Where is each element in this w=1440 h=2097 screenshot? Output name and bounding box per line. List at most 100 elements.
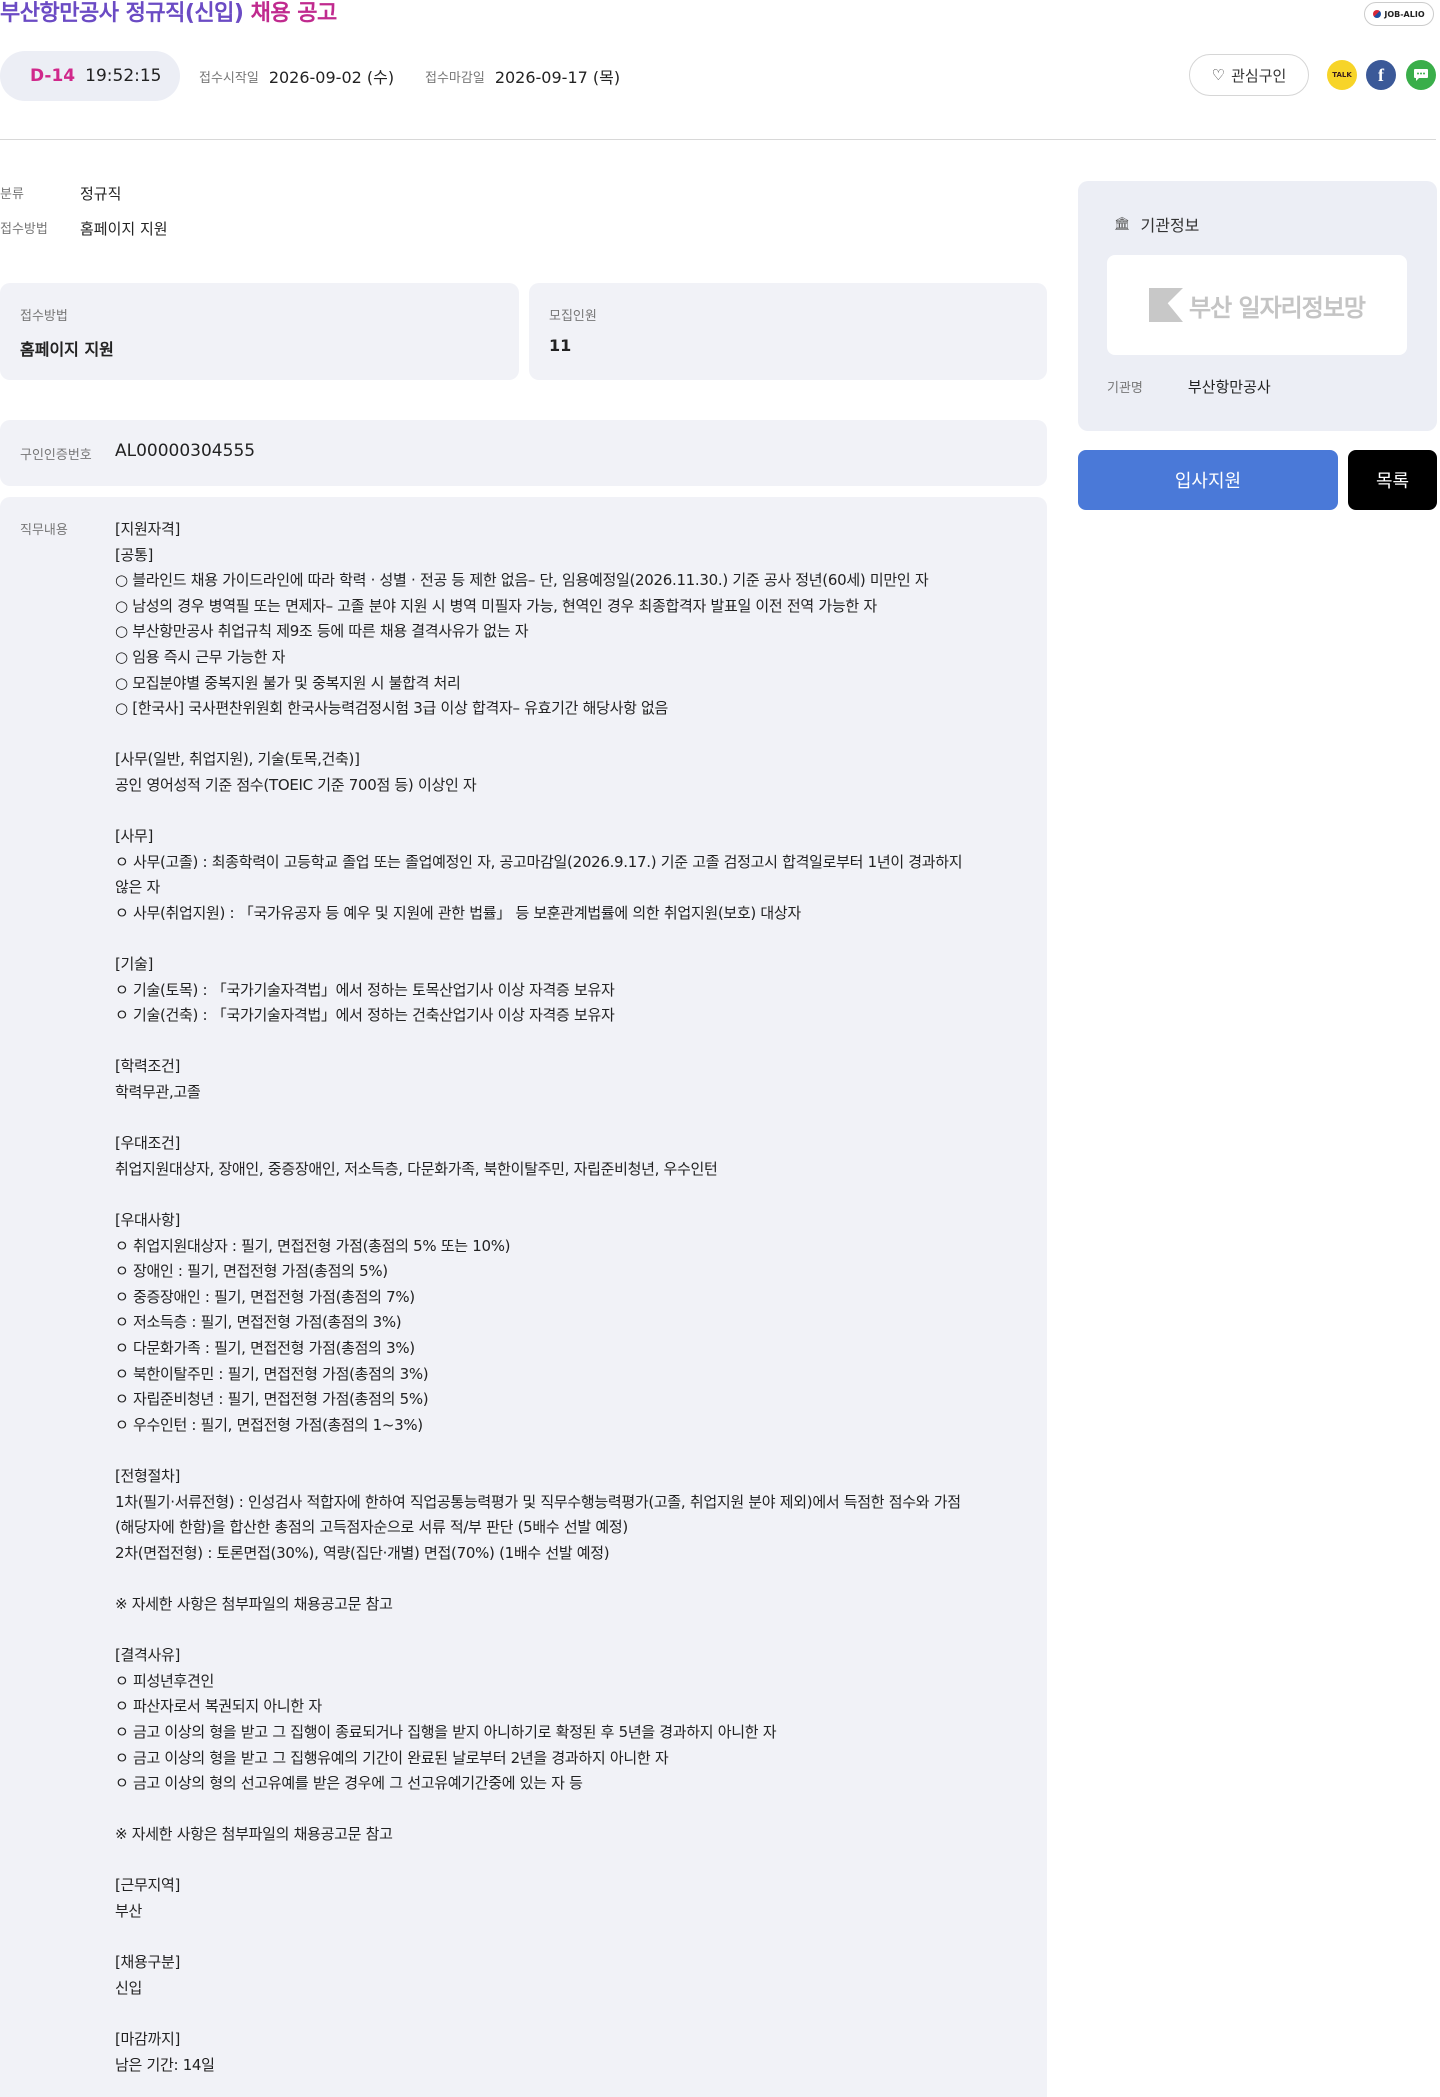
duty-line: ㅇ 자립준비청년 : 필기, 면접전형 가점(총점의 5%): [115, 1390, 429, 1409]
facebook-share-icon[interactable]: f: [1366, 60, 1396, 90]
logo-text: 부산 일자리정보망: [1189, 293, 1366, 322]
duty-line: [115, 1029, 1015, 1055]
end-date-label: 접수마감일: [425, 70, 485, 86]
org-name-label: 기관명: [1107, 381, 1143, 396]
duty-line: ○ 모집분야별 중복지원 불가 및 중복지원 시 불합격 처리: [115, 673, 461, 692]
apply-button[interactable]: 입사지원: [1078, 450, 1338, 510]
duty-line: [사무(일반, 취업지원), 기술(토목,건축)]: [115, 750, 360, 769]
duty-line: [115, 1797, 1015, 1823]
duty-line: ㅇ 중증장애인 : 필기, 면접전형 가점(총점의 7%): [115, 1287, 415, 1306]
start-date: 접수시작일 2026-09-02 (수): [199, 64, 394, 88]
org-info-title: 기관정보: [1140, 216, 1200, 235]
page-title-suffix: 채용 공고: [250, 1, 338, 26]
duty-line: [결격사유]: [115, 1646, 181, 1665]
duty-content: [지원자격] [공통] ○ 블라인드 채용 가이드라인에 따라 학력 · 성별 · …: [115, 517, 1015, 2078]
heart-icon: ♡: [1211, 67, 1226, 84]
list-button[interactable]: 목록: [1348, 450, 1437, 510]
duty-line: 않은 자: [115, 878, 160, 897]
cert-value: AL00000304555: [115, 441, 256, 461]
duty-line: 1차(필기·서류전형) : 인성검사 적합자에 한하여 직업공통능력평가 및 직…: [115, 1492, 961, 1511]
duty-line: [마감까지]: [115, 2030, 181, 2049]
end-date: 접수마감일 2026-09-17 (목): [425, 64, 620, 88]
org-info-panel: 🏛 기관정보 부산 일자리정보망 기관명 부산항만공사: [1078, 181, 1437, 431]
page-title-org: 부산항만공사 정규직(신입): [0, 1, 244, 26]
duty-line: ㅇ 금고 이상의 형의 선고유예를 받은 경우에 그 선고유예기간중에 있는 자…: [115, 1774, 583, 1793]
header-divider: [0, 139, 1436, 140]
duty-line: [115, 1438, 1015, 1464]
category-label: 분류: [0, 187, 24, 202]
duty-line: ㅇ 기술(건축) : 「국가기술자격법」에서 정하는 건축산업기사 이상 자격증…: [115, 1006, 615, 1025]
duty-line: 2차(면접전형) : 토론면접(30%), 역량(집단·개별) 면접(70%) …: [115, 1543, 610, 1562]
start-date-label: 접수시작일: [199, 70, 259, 86]
start-date-value: 2026-09-02 (수): [268, 68, 395, 87]
duty-line: ○ [한국사] 국사편찬위원회 한국사능력검정시험 3급 이상 합격자– 유효기…: [115, 699, 669, 718]
org-name-value: 부산항만공사: [1187, 378, 1271, 396]
duty-line: ㅇ 북한이탈주민 : 필기, 면접전형 가점(총점의 3%): [115, 1364, 429, 1383]
duty-line: ※ 자세한 사항은 첨부파일의 채용공고문 참고: [115, 1825, 393, 1844]
page-title: 부산항만공사 정규직(신입) 채용 공고: [0, 0, 337, 28]
category-row: 분류 정규직: [0, 183, 121, 204]
duty-line: [115, 1106, 1015, 1132]
countdown-time: 19:52:15: [85, 66, 162, 86]
duty-line: ○ 남성의 경우 병역필 또는 면제자– 고졸 분야 지원 시 병역 미필자 가…: [115, 596, 877, 615]
duty-line: [기술]: [115, 955, 154, 974]
duty-line: ㅇ 장애인 : 필기, 면접전형 가점(총점의 5%): [115, 1262, 388, 1281]
duty-line: [채용구분]: [115, 1953, 181, 1972]
duty-line: [115, 927, 1015, 953]
duty-line: [115, 1618, 1015, 1644]
cert-box: 구인인증번호 AL00000304555: [0, 420, 1047, 486]
duty-line: ○ 임용 즉시 근무 가능한 자: [115, 647, 286, 666]
duty-box: 직무내용 [지원자격] [공통] ○ 블라인드 채용 가이드라인에 따라 학력 · …: [0, 497, 1047, 2097]
duty-line: [지원자격]: [115, 520, 181, 538]
org-logo: 부산 일자리정보망: [1107, 255, 1407, 355]
taegeuk-icon: [1373, 10, 1382, 18]
duty-line: 학력무관,고졸: [115, 1083, 201, 1102]
duty-line: [사무]: [115, 827, 154, 846]
org-name-row: 기관명 부산항만공사: [1107, 376, 1271, 397]
cert-label: 구인인증번호: [20, 448, 92, 463]
chat-bubble-icon: [1414, 69, 1428, 81]
favorite-button[interactable]: ♡ 관심구인: [1189, 54, 1309, 96]
duty-line: 부산: [115, 1902, 143, 1921]
duty-line: ○ 부산항만공사 취업규칙 제9조 등에 따른 채용 결격사유가 없는 자: [115, 622, 529, 641]
duty-line: ㅇ 파산자로서 복권되지 아니한 자: [115, 1697, 322, 1716]
duty-line: [우대조건]: [115, 1134, 181, 1153]
duty-line: [115, 1925, 1015, 1951]
end-date-value: 2026-09-17 (목): [494, 68, 621, 87]
job-alio-label: JOB-ALIO: [1384, 9, 1425, 19]
duty-line: ㅇ 금고 이상의 형을 받고 그 집행유예의 기간이 완료된 날로부터 2년을 …: [115, 1748, 669, 1767]
duty-line: [115, 2001, 1015, 2027]
recruit-card-value: 11: [549, 336, 572, 355]
duty-line: 취업지원대상자, 장애인, 중증장애인, 저소득층, 다문화가족, 북한이탈주민…: [115, 1159, 718, 1178]
method-card-value: 홈페이지 지원: [20, 340, 114, 359]
recruit-card-label: 모집인원: [549, 309, 597, 324]
duty-line: ㅇ 저소득층 : 필기, 면접전형 가점(총점의 3%): [115, 1313, 402, 1332]
duty-line: [115, 1566, 1015, 1592]
dday-label: D-14: [30, 66, 76, 86]
method-value: 홈페이지 지원: [80, 220, 168, 238]
duty-line: [우대사항]: [115, 1211, 181, 1230]
duty-line: ㅇ 다문화가족 : 필기, 면접전형 가점(총점의 3%): [115, 1339, 415, 1357]
recruit-card: 모집인원 11: [529, 283, 1047, 380]
duty-line: [근무지역]: [115, 1876, 181, 1895]
favorite-label: 관심구인: [1231, 67, 1287, 85]
method-card: 접수방법 홈페이지 지원: [0, 283, 519, 380]
duty-line: [115, 722, 1015, 748]
dday-countdown: D-14 19:52:15: [0, 51, 180, 101]
duty-line: ㅇ 사무(고졸) : 최종학력이 고등학교 졸업 또는 졸업예정인 자, 공고마…: [115, 852, 963, 871]
method-label: 접수방법: [0, 222, 48, 237]
duty-line: [115, 1182, 1015, 1208]
duty-line: ○ 블라인드 채용 가이드라인에 따라 학력 · 성별 · 전공 등 제한 없음…: [115, 571, 929, 590]
sms-share-icon[interactable]: [1406, 60, 1436, 90]
kakao-share-icon[interactable]: TALK: [1327, 60, 1357, 90]
duty-line: ㅇ 기술(토목) : 「국가기술자격법」에서 정하는 토목산업기사 이상 자격증…: [115, 980, 615, 999]
logo-mark-icon: [1149, 288, 1183, 322]
bank-icon: 🏛: [1114, 216, 1131, 232]
job-alio-badge[interactable]: JOB-ALIO: [1364, 2, 1434, 26]
method-row: 접수방법 홈페이지 지원: [0, 218, 168, 239]
duty-line: [115, 799, 1015, 825]
duty-line: [전형절차]: [115, 1466, 181, 1485]
duty-line: 남은 기간: 14일: [115, 2055, 215, 2074]
duty-line: ※ 자세한 사항은 첨부파일의 채용공고문 참고: [115, 1594, 393, 1613]
duty-line: ㅇ 취업지원대상자 : 필기, 면접전형 가점(총점의 5% 또는 10%): [115, 1236, 511, 1255]
